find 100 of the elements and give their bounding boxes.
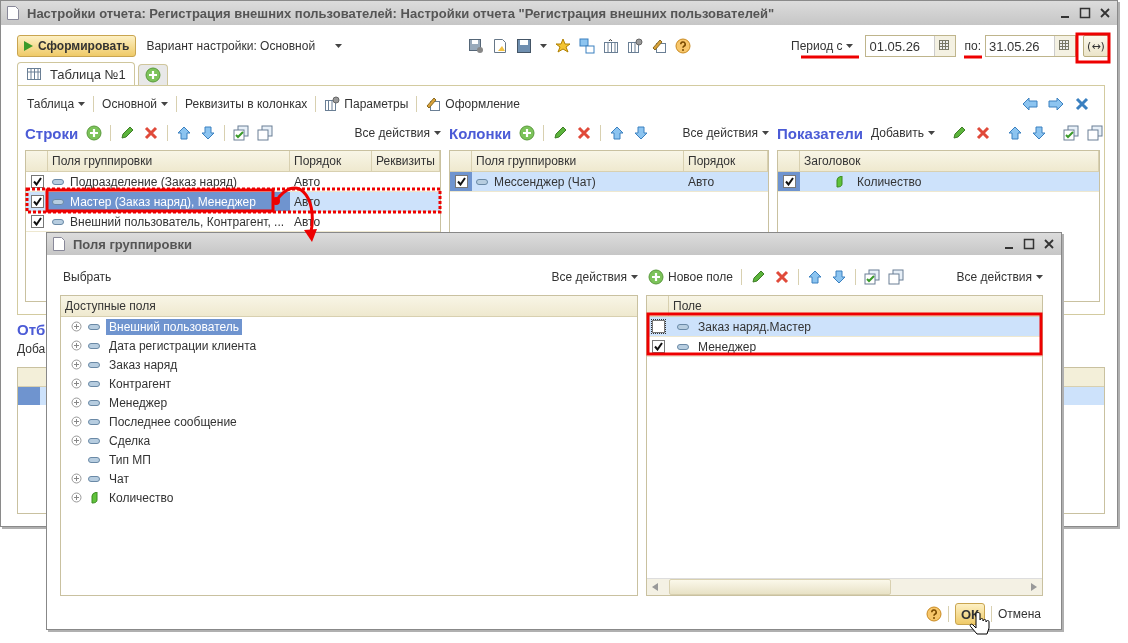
exchange-icon[interactable] <box>579 38 596 54</box>
scroll-left-icon[interactable] <box>652 583 658 591</box>
check-all-icon[interactable] <box>233 125 250 141</box>
variant-dropdown[interactable]: Вариант настройки: Основной <box>144 39 345 53</box>
tree-item[interactable]: Сделка <box>106 432 154 449</box>
table-gear-icon[interactable] <box>627 38 644 54</box>
all-actions-button[interactable]: Все действия <box>956 270 1043 284</box>
check-all-icon[interactable] <box>863 269 880 285</box>
table-row[interactable]: Мессенджер (Чат) Авто <box>450 172 768 192</box>
floppy-icon[interactable] <box>468 38 485 54</box>
add-icon[interactable] <box>86 125 103 141</box>
expand-icon[interactable] <box>71 416 82 427</box>
up-arrow-icon[interactable] <box>609 125 626 141</box>
all-actions-button[interactable]: Все действия <box>354 126 441 140</box>
new-field-button[interactable]: Новое поле <box>648 269 733 285</box>
pencil-icon[interactable] <box>552 125 569 141</box>
tree-item[interactable]: Тип МП <box>106 451 154 468</box>
maximize-icon[interactable] <box>1023 238 1035 250</box>
checkbox[interactable] <box>30 215 44 228</box>
pencil-icon[interactable] <box>119 125 136 141</box>
uncheck-all-icon[interactable] <box>1087 125 1104 141</box>
maximize-icon[interactable] <box>1079 7 1091 19</box>
select-button[interactable]: Выбрать <box>63 270 112 284</box>
checkbox[interactable] <box>30 195 44 208</box>
period-button[interactable]: (↔) <box>1083 35 1109 57</box>
star-icon[interactable] <box>555 38 572 54</box>
checkbox[interactable] <box>30 175 44 188</box>
column-header[interactable]: Поля группировки <box>472 151 684 171</box>
menu-item[interactable]: Параметры <box>322 96 411 112</box>
checkbox[interactable] <box>651 320 665 333</box>
add-button[interactable]: Доба <box>17 342 46 356</box>
down-arrow-icon[interactable] <box>200 125 217 141</box>
help-icon[interactable] <box>675 38 692 54</box>
expand-icon[interactable] <box>71 435 82 446</box>
floppy-icon[interactable] <box>516 38 533 54</box>
table-row[interactable]: Количество <box>778 172 1099 192</box>
period-dropdown[interactable]: Период с <box>789 39 856 53</box>
add-icon[interactable] <box>519 125 536 141</box>
close-icon[interactable] <box>1099 7 1111 19</box>
uncheck-all-icon[interactable] <box>887 269 904 285</box>
expand-icon[interactable] <box>71 492 82 503</box>
tab[interactable]: Таблица №1 <box>17 62 135 85</box>
delete-icon[interactable] <box>143 125 160 141</box>
down-arrow-icon[interactable] <box>830 269 847 285</box>
column-header[interactable]: Реквизиты <box>372 151 440 171</box>
column-header[interactable]: Поля группировки <box>48 151 290 171</box>
all-actions-button[interactable]: Все действия <box>551 270 638 284</box>
scrollbar[interactable] <box>647 578 1042 595</box>
tree-item[interactable]: Количество <box>106 489 177 506</box>
checkbox[interactable] <box>782 175 796 188</box>
date-field[interactable]: 01.05.26 <box>865 35 957 57</box>
expand-icon[interactable] <box>71 359 82 370</box>
expand-icon[interactable] <box>71 378 82 389</box>
close-icon[interactable] <box>1074 96 1090 112</box>
up-arrow-icon[interactable] <box>176 125 193 141</box>
delete-icon[interactable] <box>576 125 593 141</box>
column-header[interactable]: Порядок <box>684 151 768 171</box>
expand-icon[interactable] <box>71 397 82 408</box>
calendar-icon[interactable] <box>1054 36 1075 56</box>
down-arrow-icon[interactable] <box>1031 125 1048 141</box>
cancel-button[interactable]: Отмена <box>997 607 1041 621</box>
help-icon[interactable] <box>925 606 942 622</box>
menu-item[interactable]: Таблица <box>25 97 88 111</box>
pencil-icon[interactable] <box>749 269 766 285</box>
back-arrow-icon[interactable] <box>1022 96 1038 112</box>
checkbox[interactable] <box>454 175 468 188</box>
up-arrow-icon[interactable] <box>1007 125 1024 141</box>
tree-item[interactable]: Менеджер <box>106 394 171 411</box>
date-field[interactable]: 31.05.26 <box>985 35 1076 57</box>
uncheck-all-icon[interactable] <box>257 125 274 141</box>
tree-item[interactable]: Последнее сообщение <box>106 413 240 430</box>
expand-icon[interactable] <box>71 340 82 351</box>
forward-arrow-icon[interactable] <box>1048 96 1064 112</box>
table-row[interactable]: Менеджер <box>647 337 1042 357</box>
checkbox[interactable] <box>651 340 665 353</box>
check-all-icon[interactable] <box>1063 125 1080 141</box>
delete-icon[interactable] <box>773 269 790 285</box>
scroll-right-icon[interactable] <box>1031 583 1037 591</box>
calendar-icon[interactable] <box>934 36 956 56</box>
generate-button[interactable]: Сформировать <box>17 35 137 57</box>
all-actions-button[interactable]: Все действия <box>682 126 769 140</box>
tree-item[interactable]: Заказ наряд <box>106 356 181 373</box>
table-row[interactable]: Заказ наряд.Мастер <box>647 317 1042 337</box>
up-arrow-icon[interactable] <box>806 269 823 285</box>
pencil-icon[interactable] <box>951 125 968 141</box>
add-button[interactable]: Добавить <box>871 126 936 140</box>
expand-icon[interactable] <box>71 321 82 332</box>
menu-item[interactable]: Реквизиты в колонках <box>183 97 310 111</box>
document-icon[interactable] <box>492 38 509 54</box>
add-tab[interactable] <box>137 64 168 85</box>
menu-item[interactable]: Основной <box>100 97 171 111</box>
column-header[interactable]: Поле <box>669 296 1042 316</box>
brush-icon[interactable] <box>651 38 668 54</box>
column-header[interactable]: Заголовок <box>800 151 1099 171</box>
tree-item[interactable]: Чат <box>106 470 132 487</box>
tree-item[interactable]: Дата регистрации клиента <box>106 337 260 354</box>
close-icon[interactable] <box>1043 238 1055 250</box>
menu-item[interactable]: Оформление <box>423 96 522 112</box>
delete-icon[interactable] <box>975 125 992 141</box>
expand-icon[interactable] <box>71 473 82 484</box>
